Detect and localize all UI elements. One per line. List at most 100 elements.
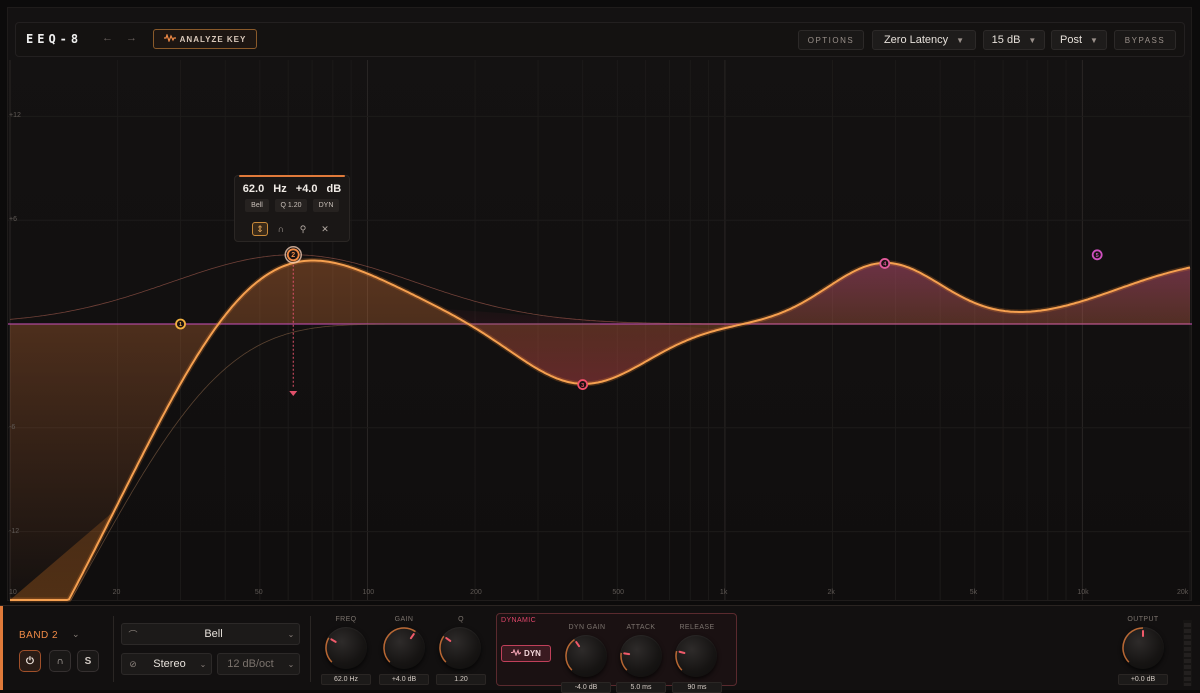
close-icon[interactable]: ✕ bbox=[317, 222, 333, 236]
waveform-icon bbox=[163, 33, 176, 44]
chevron-down-icon: ▼ bbox=[1090, 35, 1098, 45]
dyn-gain-knob[interactable] bbox=[565, 635, 607, 677]
redo-icon[interactable]: → bbox=[126, 32, 137, 44]
dynamic-section: DYNAMIC DYN DYN GAIN -4.0 dB ATTACK 5.0 … bbox=[496, 613, 737, 693]
knob-arc bbox=[383, 627, 416, 663]
drag-icon[interactable]: ⇕ bbox=[252, 222, 268, 236]
search-icon[interactable]: ⚲ bbox=[295, 222, 311, 236]
output-label: OUTPUT bbox=[1127, 616, 1159, 623]
slope-select[interactable]: 12 dB/oct ⌄ bbox=[217, 653, 300, 675]
meter-segment bbox=[1184, 641, 1191, 645]
freq-axis-label: 10k bbox=[1077, 589, 1089, 596]
tooltip-freq: 62.0 Hz bbox=[242, 183, 287, 195]
tooltip-accent bbox=[239, 175, 345, 177]
band-color-strip bbox=[0, 606, 3, 690]
channel-select[interactable]: ⊘ Stereo ⌄ bbox=[121, 653, 212, 675]
chevron-down-icon: ▼ bbox=[956, 35, 965, 45]
band-power-button[interactable]: ⏻ bbox=[19, 650, 41, 672]
band-node-number: 5 bbox=[1096, 253, 1099, 259]
knob-pointer bbox=[623, 652, 631, 656]
q-knob[interactable] bbox=[439, 627, 481, 669]
undo-icon[interactable]: ← bbox=[102, 32, 113, 44]
range-value: 15 dB bbox=[991, 34, 1021, 46]
q-value[interactable]: 1.20 bbox=[436, 674, 486, 685]
bypass-button[interactable]: BYPASS bbox=[1114, 30, 1176, 50]
knob-indicator bbox=[620, 652, 631, 671]
tooltip-gain: +4.0 dB bbox=[295, 183, 342, 195]
channel-value: Stereo bbox=[153, 658, 186, 670]
divider bbox=[310, 616, 311, 682]
band-control-panel: BAND 2 ⌄ ⏻ ∩ S ⌒ Bell ⌄ ⊘ Stereo ⌄ 12 dB… bbox=[0, 605, 1200, 693]
freq-axis-label: 500 bbox=[612, 589, 624, 596]
chevron-down-icon: ⌄ bbox=[287, 659, 295, 669]
range-select[interactable]: 15 dB ▼ bbox=[983, 30, 1045, 50]
attack-value[interactable]: 5.0 ms bbox=[616, 682, 666, 693]
release-label: RELEASE bbox=[679, 624, 715, 631]
knob-pointer bbox=[445, 637, 452, 642]
band-node-4[interactable]: 4 bbox=[879, 258, 891, 269]
output-knob[interactable] bbox=[1122, 627, 1164, 669]
knob-pointer bbox=[678, 650, 686, 655]
attack-label: ATTACK bbox=[626, 624, 656, 631]
tooltip-readout: 62.0 Hz +4.0 dB bbox=[235, 183, 349, 195]
drag-arrow-icon bbox=[289, 391, 298, 396]
divider bbox=[113, 616, 114, 682]
filter-type-chip[interactable]: Bell bbox=[245, 199, 269, 212]
meter-segment bbox=[1184, 659, 1191, 663]
band-node-3[interactable]: 3 bbox=[577, 379, 589, 390]
meter-segment bbox=[1184, 647, 1191, 651]
meter-segment bbox=[1184, 671, 1191, 675]
dyn-toggle-label: DYN bbox=[524, 649, 541, 658]
latency-select[interactable]: Zero Latency ▼ bbox=[872, 30, 976, 50]
output-value[interactable]: +0.0 dB bbox=[1118, 674, 1168, 685]
freq-knob-label: FREQ bbox=[335, 616, 357, 623]
freq-value[interactable]: 62.0 Hz bbox=[321, 674, 371, 685]
options-button[interactable]: OPTIONS bbox=[798, 30, 864, 50]
knob-pointer bbox=[575, 641, 581, 648]
band-tooltip: 62.0 Hz +4.0 dB Bell Q 1.20 DYN ⇕ ∩ ⚲ ✕ bbox=[234, 175, 350, 242]
freq-axis-label: 200 bbox=[470, 589, 482, 596]
meter-segment bbox=[1184, 677, 1191, 681]
dyn-chip[interactable]: DYN bbox=[313, 199, 339, 212]
release-knob[interactable] bbox=[675, 635, 717, 677]
band-node-5[interactable]: 5 bbox=[1091, 249, 1103, 261]
knob-pointer bbox=[409, 633, 415, 640]
dyn-gain-value[interactable]: -4.0 dB bbox=[561, 682, 611, 693]
gain-value[interactable]: +4.0 dB bbox=[379, 674, 429, 685]
band-node-1[interactable]: 1 bbox=[175, 318, 186, 330]
analyze-key-button[interactable]: ANALYZE KEY bbox=[153, 29, 257, 49]
release-value[interactable]: 90 ms bbox=[672, 682, 722, 693]
dyn-gain-label: DYN GAIN bbox=[568, 624, 606, 631]
filter-type-select[interactable]: ⌒ Bell ⌄ bbox=[121, 623, 300, 645]
freq-axis-label: 10 bbox=[9, 589, 17, 596]
position-value: Post bbox=[1060, 34, 1083, 46]
band-solo-button[interactable]: S bbox=[77, 650, 99, 672]
eq-graph[interactable]: 1 2 3 4 5 bbox=[0, 0, 1200, 605]
freq-axis-label: 20k bbox=[1177, 589, 1189, 596]
knob-indicator bbox=[439, 635, 452, 663]
q-chip[interactable]: Q 1.20 bbox=[275, 199, 307, 212]
meter-segment bbox=[1184, 683, 1191, 686]
band-node-2[interactable]: 2 bbox=[284, 246, 303, 264]
knob-arc bbox=[675, 650, 683, 671]
attack-knob[interactable] bbox=[620, 635, 662, 677]
output-meter bbox=[1183, 620, 1192, 686]
freq-knob[interactable] bbox=[325, 627, 367, 669]
band-listen-button[interactable]: ∩ bbox=[49, 650, 71, 672]
processing-position-select[interactable]: Post ▼ bbox=[1051, 30, 1107, 50]
freq-axis-label: 2k bbox=[827, 589, 835, 596]
knob-indicator bbox=[383, 627, 416, 663]
band-name[interactable]: BAND 2 bbox=[19, 630, 58, 641]
filter-type-value: Bell bbox=[204, 628, 223, 640]
dyn-toggle-button[interactable]: DYN bbox=[501, 645, 551, 662]
plugin-title: EEQ-8 bbox=[26, 32, 83, 46]
knob-indicator bbox=[565, 639, 581, 671]
knob-arc bbox=[620, 652, 628, 671]
gain-knob[interactable] bbox=[383, 627, 425, 669]
q-knob-label: Q bbox=[458, 616, 464, 623]
chevron-down-icon[interactable]: ⌄ bbox=[72, 629, 80, 640]
db-label: +12 bbox=[9, 112, 21, 119]
latency-value: Zero Latency bbox=[883, 34, 949, 46]
headphones-icon[interactable]: ∩ bbox=[273, 222, 289, 236]
knob-indicator bbox=[1122, 627, 1144, 663]
